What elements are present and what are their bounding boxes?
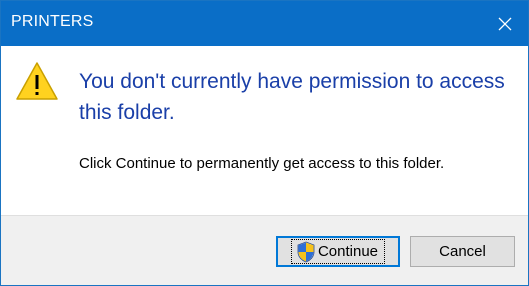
permission-dialog: PRINTERS You don't currently have permis… [0, 0, 529, 286]
warning-icon [16, 62, 58, 100]
cancel-button[interactable]: Cancel [410, 236, 515, 267]
dialog-content: You don't currently have permission to a… [1, 46, 528, 215]
title-bar[interactable]: PRINTERS [1, 1, 528, 46]
window-title: PRINTERS [11, 13, 94, 30]
continue-label: Continue [317, 243, 379, 260]
cancel-label: Cancel [439, 243, 486, 260]
close-button[interactable] [482, 1, 528, 46]
continue-button[interactable]: Continue [276, 236, 400, 267]
uac-shield-icon [297, 241, 315, 262]
button-bar: Continue Cancel [1, 215, 528, 285]
close-icon [498, 17, 512, 30]
main-instruction: You don't currently have permission to a… [79, 70, 505, 124]
detail-text: Click Continue to permanently get access… [79, 155, 445, 172]
continue-focus-rect: Continue [290, 239, 386, 264]
